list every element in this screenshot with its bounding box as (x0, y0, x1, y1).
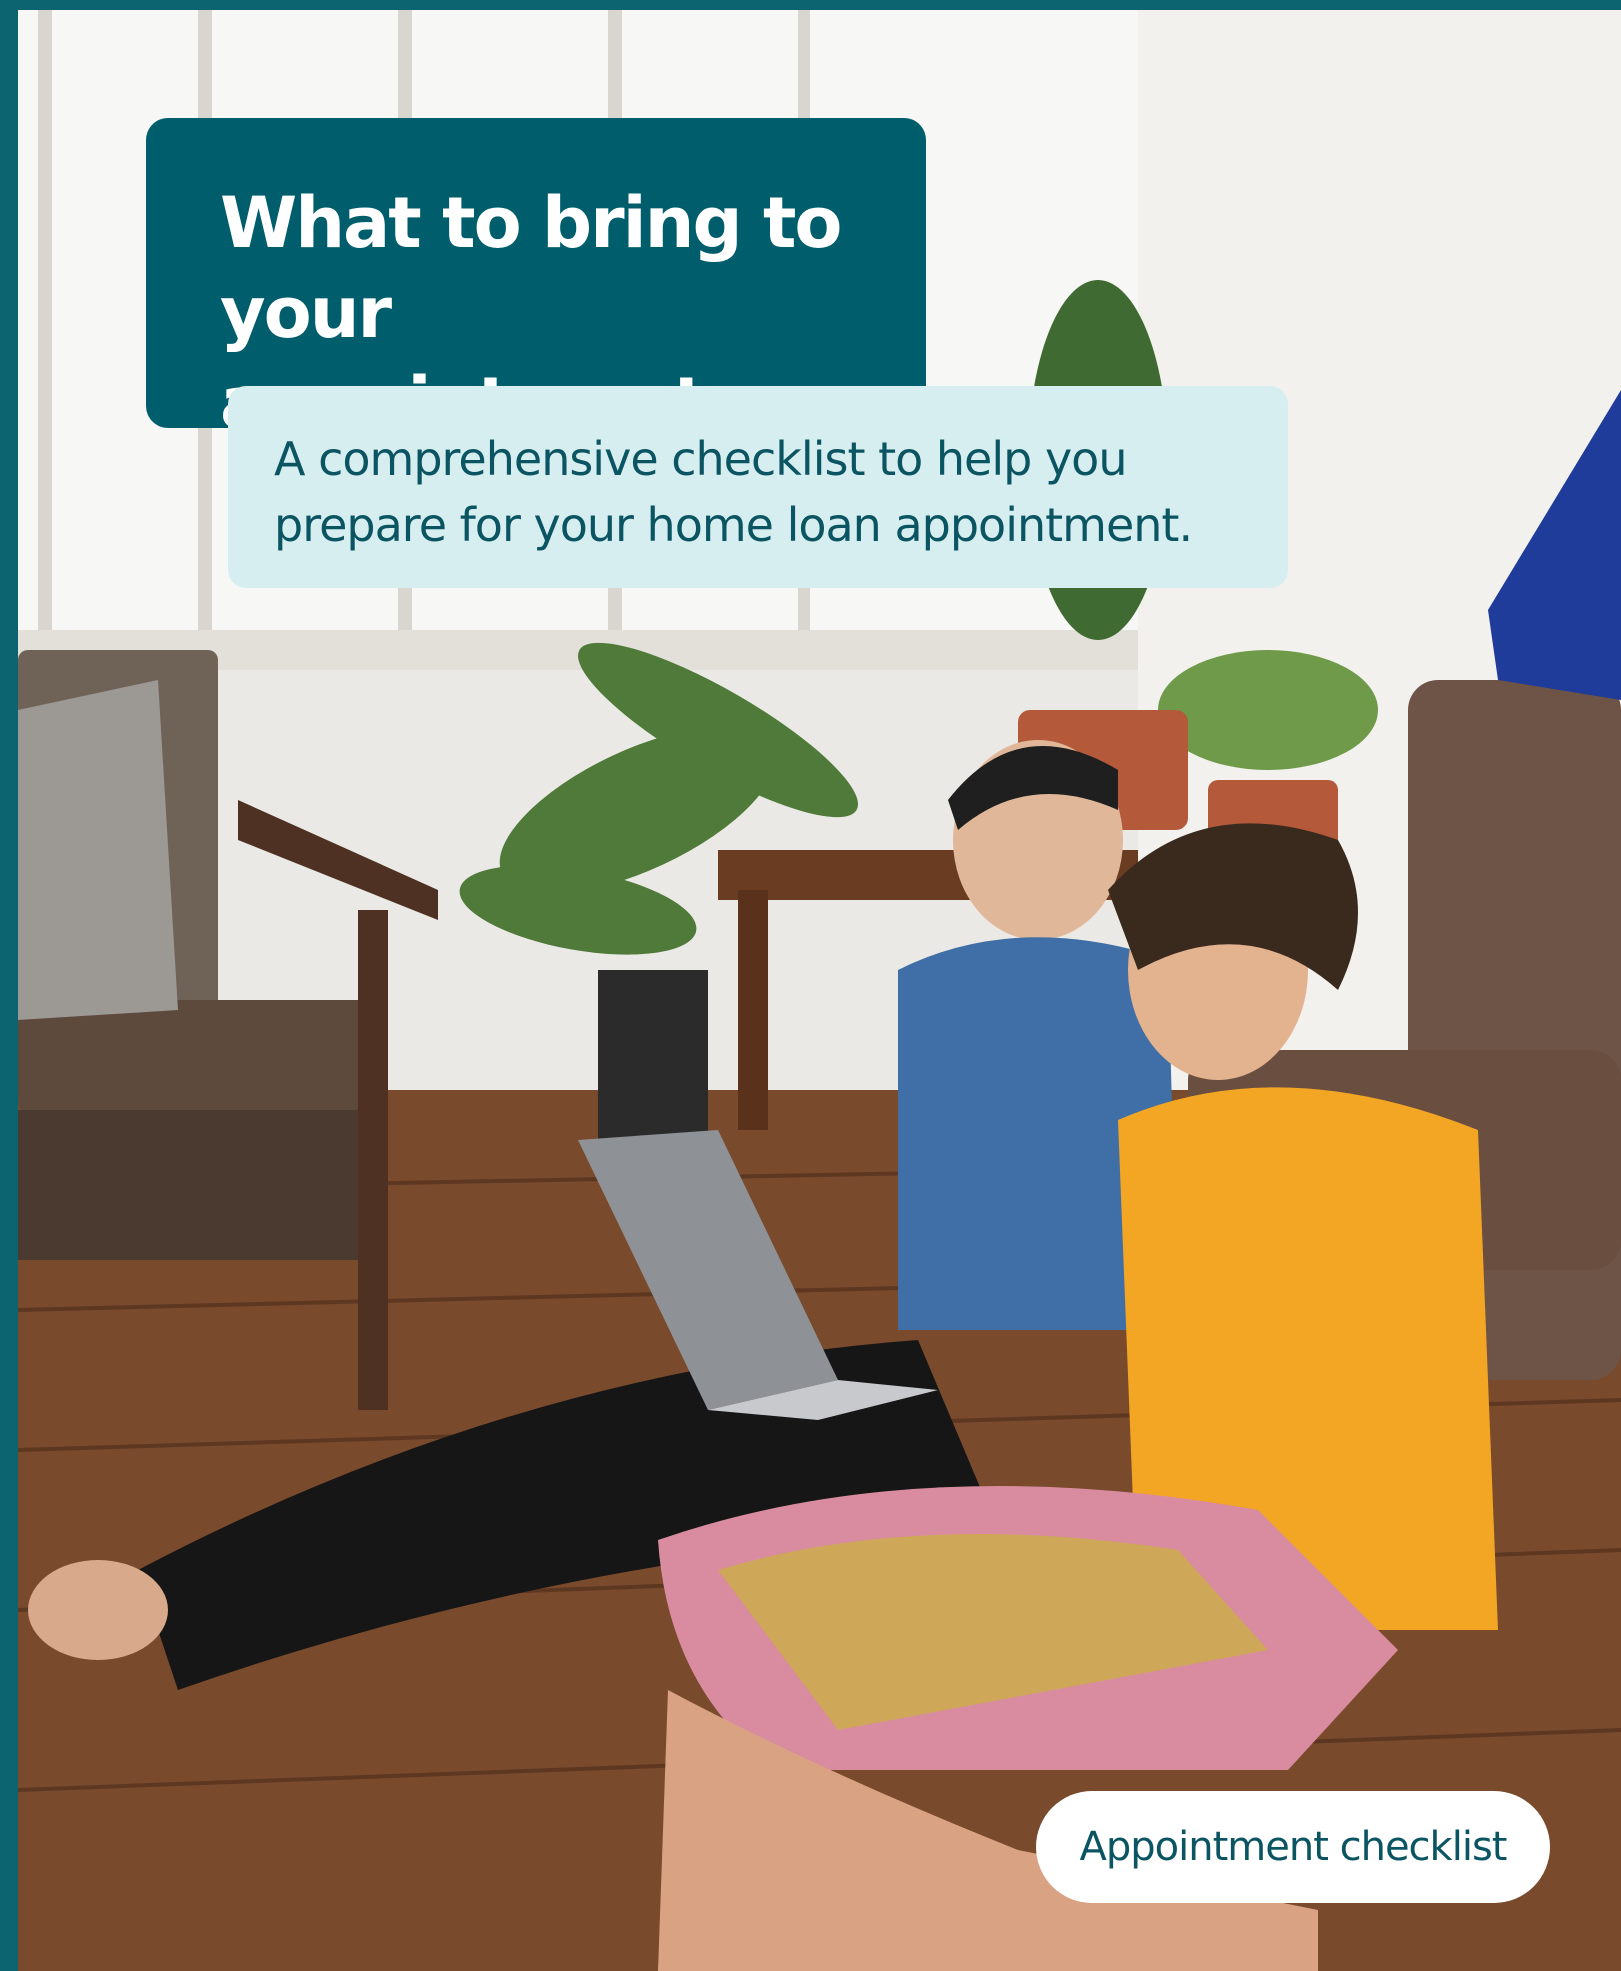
title-box: What to bring to your appointment (146, 118, 926, 444)
appointment-checklist-button[interactable]: Appointment checklist (1036, 1791, 1550, 1903)
page-subtitle: A comprehensive checklist to help you pr… (274, 432, 1193, 552)
checklist-cover: What to bring to your appointment A comp… (0, 0, 1621, 1971)
subtitle-box: A comprehensive checklist to help you pr… (228, 386, 1288, 588)
